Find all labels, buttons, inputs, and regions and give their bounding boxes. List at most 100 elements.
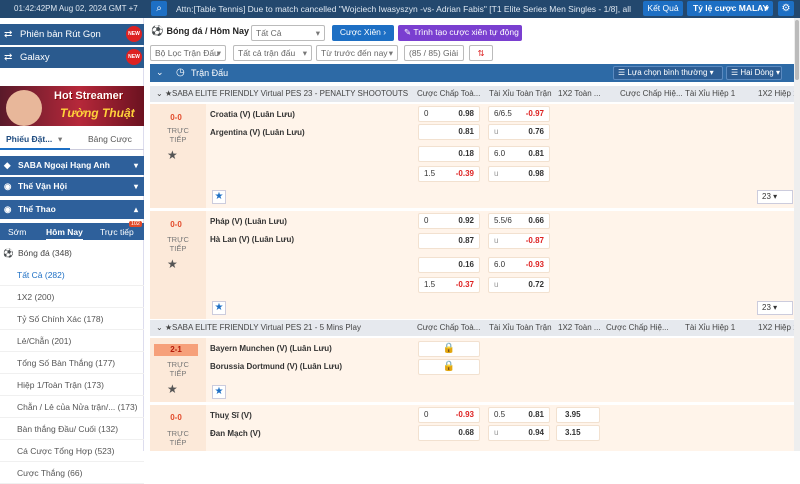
league-count[interactable]: (85 / 85) Giải	[404, 45, 464, 61]
away-team[interactable]: Đan Mạch (V)	[210, 429, 261, 438]
combo-bet-button[interactable]: Cược Xiên ›	[332, 25, 394, 41]
select-mode-dropdown[interactable]: ☰ Lựa chọn bình thường ▾	[613, 66, 723, 80]
market-item[interactable]: Tổng Số Bàn Thắng (177)	[0, 352, 144, 374]
odds-cell[interactable]: 0.81	[418, 124, 480, 140]
odds-cell[interactable]: 3.15	[556, 425, 600, 441]
total-line: u	[494, 236, 499, 245]
home-team[interactable]: Bayern Munchen (V) (Luân Lưu)	[210, 344, 332, 353]
home-team[interactable]: Thuỵ Sĩ (V)	[210, 411, 252, 420]
search-button[interactable]: ⌕	[151, 1, 167, 16]
home-team[interactable]: Pháp (V) (Luân Lưu)	[210, 217, 287, 226]
match-type-select[interactable]: Tất cả trận đấu ▾	[233, 45, 312, 61]
favorite-star-icon[interactable]: ★	[212, 190, 226, 204]
star-icon[interactable]: ★	[167, 382, 178, 396]
odds-type-select[interactable]: Tỷ lệ cược MALAY ▾	[687, 1, 773, 16]
away-team[interactable]: Borussia Dortmund (V) (Luân Lưu)	[210, 362, 342, 371]
galaxy-link[interactable]: ⇄ Galaxy NEW	[0, 47, 144, 68]
favorite-star-icon[interactable]: ★	[212, 385, 226, 399]
chevron-down-icon[interactable]: ▾	[58, 134, 62, 145]
sort-toggle-button[interactable]: ⇅	[469, 45, 493, 61]
collapse-icon[interactable]: ⌄	[156, 86, 163, 102]
odds-cell[interactable]: 5.5/6 0.66	[488, 213, 550, 229]
odds-cell[interactable]: 6/6.5 -0.97	[488, 106, 550, 122]
odds-cell[interactable]: u 0.72	[488, 277, 550, 293]
match-block: 0-0 TRỰC TIẾP ★ Croatia (V) (Luân Lưu) A…	[150, 104, 800, 208]
odds-cell[interactable]: 1.5 -0.37	[418, 277, 480, 293]
odds-cell[interactable]: 1.5 -0.39	[418, 166, 480, 182]
odds-cell[interactable]: 0.87	[418, 233, 480, 249]
league-header[interactable]: ⌄ ★ SABA ELITE FRIENDLY Virtual PES 23 -…	[150, 86, 800, 102]
sport-soccer[interactable]: ⚽ Bóng đá (348)	[0, 242, 144, 264]
auto-combo-button[interactable]: ✎ Trình tạo cược xiên tự động	[398, 25, 522, 41]
odds-cell[interactable]: 0 0.98	[418, 106, 480, 122]
section-sports[interactable]: ◉ Thể Thao ▴	[0, 200, 144, 219]
settings-button[interactable]: ⚙	[778, 1, 794, 16]
streamer-banner[interactable]: Hot Streamer Tường Thuật	[0, 86, 144, 126]
tab-early[interactable]: Sớm	[8, 227, 26, 237]
section-saba-epl[interactable]: ◆ SABA Ngoại Hạng Anh ▾	[0, 156, 144, 175]
compact-version-link[interactable]: ⇄ Phiên bản Rút Gọn NEW	[0, 24, 144, 45]
star-icon[interactable]: ★	[167, 257, 178, 271]
scrollbar[interactable]	[794, 18, 800, 451]
odds-cell[interactable]: u 0.98	[488, 166, 550, 182]
market-item[interactable]: Bàn thắng Đầu/ Cuối (132)	[0, 418, 144, 440]
tab-live[interactable]: Trực tiếp	[100, 227, 134, 237]
collapse-all-icon[interactable]: ⌄	[156, 67, 164, 78]
col-ou-ft: Tài Xỉu Toàn Trận	[489, 89, 552, 98]
results-button[interactable]: Kết Quả	[643, 1, 683, 16]
odds-cell[interactable]: 0.68	[418, 425, 480, 441]
section-olympics[interactable]: ◉ Thế Vận Hội ▾	[0, 177, 144, 196]
scrollbar-thumb[interactable]	[795, 20, 799, 80]
col-hdp-h1: Cược Chấp Hiệ...	[606, 323, 669, 332]
odds-cell[interactable]: 0 -0.93	[418, 407, 480, 423]
star-icon[interactable]: ★	[167, 148, 178, 162]
market-item[interactable]: Chẵn / Lẻ của Nửa trận/... (173)	[0, 396, 144, 418]
announcement-ticker[interactable]: Attn:[Table Tennis] Due to match cancell…	[176, 4, 631, 14]
tab-today[interactable]: Hôm Nay	[46, 227, 83, 241]
market-item[interactable]: Lẻ/Chẵn (201)	[0, 330, 144, 352]
odds-cell[interactable]: u 0.76	[488, 124, 550, 140]
button-label: Cược Xiên	[339, 27, 381, 37]
league-filter-select[interactable]: Bộ Lọc Trận Đấu ▾	[150, 45, 226, 61]
soccer-ball-icon: ⚽	[151, 26, 164, 37]
market-item[interactable]: Tỷ Số Chính Xác (178)	[0, 308, 144, 330]
market-item[interactable]: Hiệp 1/Toàn Trận (173)	[0, 374, 144, 396]
live-label: TRỰC TIẾP	[167, 360, 189, 378]
league-header[interactable]: ⌄ ★ SABA ELITE FRIENDLY Virtual PES 21 -…	[150, 320, 800, 336]
tab-bet-list[interactable]: Bảng Cược	[88, 134, 132, 144]
odds-cell[interactable]: 3.95	[556, 407, 600, 423]
odds-cell[interactable]: 0.18	[418, 146, 480, 162]
match-block: 2-1 TRỰC TIẾP ★ Bayern Munchen (V) (Luân…	[150, 338, 800, 402]
sport-label: Bóng đá	[18, 248, 50, 258]
handicap-line: 1.5	[424, 280, 436, 289]
more-bets-select[interactable]: 23 ▾	[757, 301, 793, 315]
odds-cell[interactable]: 0.16	[418, 257, 480, 273]
tab-bet-slip[interactable]: Phiếu Đặt...	[6, 134, 52, 144]
market-item[interactable]: Cược Thắng (66)	[0, 462, 144, 484]
odds-cell[interactable]: 6.0 -0.93	[488, 257, 550, 273]
favorite-star-icon[interactable]: ★	[212, 301, 226, 315]
sports-icon: ◉	[4, 204, 12, 214]
away-team[interactable]: Hà Lan (V) (Luân Lưu)	[210, 235, 294, 244]
two-lines-dropdown[interactable]: ☰ Hai Dòng ▾	[726, 66, 782, 80]
switch-icon: ⇄	[4, 29, 13, 40]
saba-icon: ◆	[4, 160, 11, 170]
odds-cell[interactable]: u -0.87	[488, 233, 550, 249]
market-item[interactable]: Cá Cược Tổng Hợp (523)	[0, 440, 144, 462]
section-label: Thế Vận Hội	[18, 181, 68, 191]
odds-cell[interactable]: 6.0 0.81	[488, 146, 550, 162]
market-item[interactable]: 1X2 (200)	[0, 286, 144, 308]
market-item[interactable]: Tất Cả (282)	[0, 264, 144, 286]
more-bets-select[interactable]: 23 ▾	[757, 190, 793, 204]
sort-select[interactable]: Từ trước đến nay ▾	[316, 45, 398, 61]
away-team[interactable]: Argentina (V) (Luân Lưu)	[210, 128, 305, 137]
collapse-icon[interactable]: ⌄	[156, 320, 163, 336]
dropdown-label: Hai Dòng	[740, 68, 774, 77]
odds-cell[interactable]: 0.5 0.81	[488, 407, 550, 423]
odds-cell[interactable]: 0 0.92	[418, 213, 480, 229]
odds-cell[interactable]: u 0.94	[488, 425, 550, 441]
match-filter-select[interactable]: Tất Cả ▾	[251, 25, 325, 41]
clock-icon: ◷	[176, 67, 185, 78]
sidebar: ⇄ Phiên bản Rút Gọn NEW ⇄ Galaxy NEW Hot…	[0, 18, 144, 484]
home-team[interactable]: Croatia (V) (Luân Lưu)	[210, 110, 295, 119]
